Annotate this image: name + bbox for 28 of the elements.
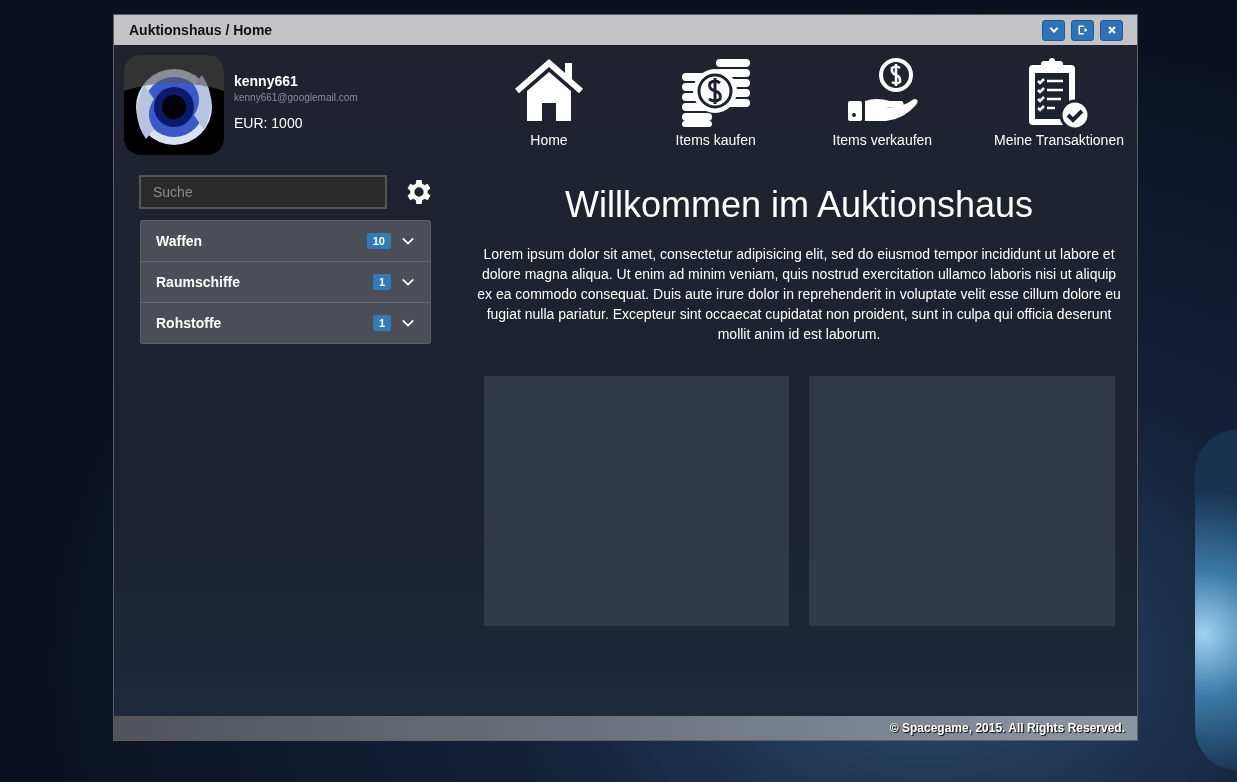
nav-link[interactable]: Items kaufen xyxy=(660,57,771,148)
category-label: Raumschiffe xyxy=(156,274,242,290)
user-email: kenny661@googlemail.com xyxy=(234,92,358,103)
close-icon xyxy=(1105,24,1118,36)
count-badge: 10 xyxy=(366,233,391,249)
category-item[interactable]: Waffen 10 xyxy=(141,221,430,261)
nav-link[interactable]: Items verkaufen xyxy=(827,57,938,148)
close-button[interactable] xyxy=(1100,19,1123,41)
window-title: Auktionshaus / Home xyxy=(129,22,273,38)
balance-text: EUR: 1000 xyxy=(234,115,304,131)
count-badge: 1 xyxy=(372,274,391,290)
search-field[interactable]: Suche xyxy=(139,175,387,209)
intro-paragraph: Lorem ipsum dolor sit amet, consectetur adipisicing elit, sed do eiusmod tempor incididunt ut labore et dolore magna aliqua. Ut enim ad minim veniam, quis nostrud exercitation ullamco laboris nisi ut aliquip ex ea commodo consequat. Duis aute irure dolor in reprehenderit in voluptate velit esse cillum dolore eu fugiat nulla pariatur. Excepteur sint occaecat cupidatat non proident, sunt in culpa qui officia deserunt mollit anim id est laborum. xyxy=(476,245,1122,344)
copyright-text: © Spacegame, 2015. All Rights Reserved. xyxy=(889,721,1125,735)
coins-icon xyxy=(679,57,752,129)
category-label: Waffen xyxy=(156,233,204,249)
nav-link[interactable]: Meine Transaktionen xyxy=(994,57,1124,148)
category-item[interactable]: Raumschiffe 1 xyxy=(141,261,430,302)
user-name: kenny661 xyxy=(234,73,299,89)
logout-button[interactable] xyxy=(1071,19,1094,41)
chevron-down-button[interactable] xyxy=(1042,19,1065,41)
category-label: Rohstoffe xyxy=(156,315,223,331)
count-badge: 1 xyxy=(372,315,391,331)
nav-link[interactable]: Home xyxy=(494,57,604,148)
logo-icon xyxy=(124,55,224,155)
category-item[interactable]: Rohstoffe 1 xyxy=(141,302,430,343)
welcome-heading: Willkommen im Auktionshaus xyxy=(564,184,1034,226)
logout-icon xyxy=(1076,24,1089,36)
